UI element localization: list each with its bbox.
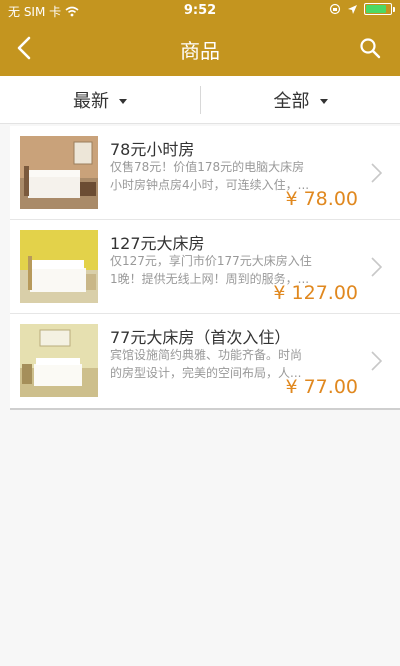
product-item[interactable]: 77元大床房（首次入住） 宾馆设施简约典雅、功能齐备。时尚 的房型设计，完美的空… xyxy=(10,314,400,408)
status-bar: 无 SIM 卡 9:52 xyxy=(0,0,400,22)
product-description-line: 仅售78元！价值178元的电脑大床房 xyxy=(110,160,305,174)
product-price: ¥ 127.00 xyxy=(273,282,358,304)
category-dropdown-label: 全部 xyxy=(273,91,310,112)
product-description-line: 仅127元，享门市价177元大床房入住 xyxy=(110,254,312,268)
orientation-lock-icon xyxy=(329,3,341,15)
product-item[interactable]: 127元大床房 仅127元，享门市价177元大床房入住 1晚！提供无线上网！周到… xyxy=(10,220,400,314)
battery-icon xyxy=(364,3,395,15)
hotel-room-image xyxy=(20,136,98,209)
search-button[interactable] xyxy=(354,32,386,64)
app-header: 无 SIM 卡 9:52 商品 xyxy=(0,0,400,76)
battery-level xyxy=(366,5,387,13)
product-title: 78元小时房 xyxy=(110,140,195,159)
caret-down-icon xyxy=(319,98,328,104)
filter-bar: 最新 全部 xyxy=(0,76,400,124)
sort-dropdown[interactable]: 最新 xyxy=(0,76,200,124)
page-title: 商品 xyxy=(180,39,220,63)
product-title: 127元大床房 xyxy=(110,234,205,253)
status-icons xyxy=(329,3,395,15)
hotel-room-image xyxy=(20,230,98,303)
navigation-bar: 商品 xyxy=(0,22,400,76)
caret-down-icon xyxy=(119,98,127,104)
category-dropdown[interactable]: 全部 xyxy=(201,76,400,124)
chevron-right-icon xyxy=(371,163,383,183)
product-thumbnail xyxy=(20,324,98,397)
chevron-right-icon xyxy=(371,351,383,371)
product-thumbnail xyxy=(20,136,98,209)
sort-dropdown-label: 最新 xyxy=(73,91,109,112)
product-description-line: 宾馆设施简约典雅、功能齐备。时尚 xyxy=(110,348,303,362)
product-list: 78元小时房 仅售78元！价值178元的电脑大床房 小时房钟点房4小时，可连续入… xyxy=(10,126,400,410)
location-arrow-icon xyxy=(348,4,357,14)
product-price: ¥ 78.00 xyxy=(285,188,358,210)
search-icon xyxy=(360,38,381,59)
hotel-room-image xyxy=(20,324,98,397)
product-title: 77元大床房（首次入住） xyxy=(110,328,291,347)
product-thumbnail xyxy=(20,230,98,303)
product-item[interactable]: 78元小时房 仅售78元！价值178元的电脑大床房 小时房钟点房4小时，可连续入… xyxy=(10,126,400,220)
chevron-right-icon xyxy=(371,257,383,277)
product-price: ¥ 77.00 xyxy=(285,376,358,398)
